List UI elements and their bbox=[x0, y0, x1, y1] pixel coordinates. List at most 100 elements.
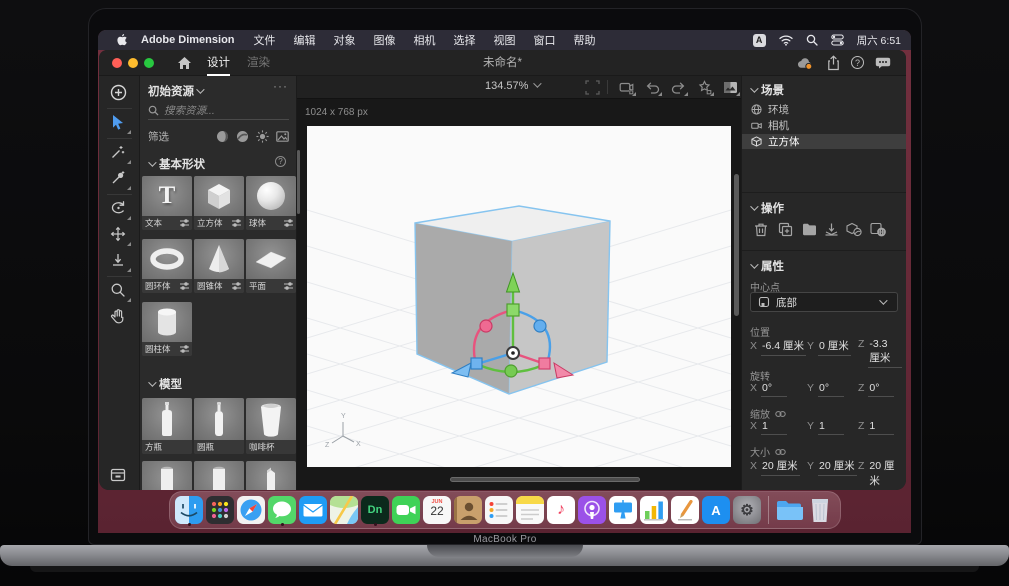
menu-view[interactable]: 视图 bbox=[485, 32, 525, 48]
zoom-level-dropdown[interactable]: 134.57% bbox=[485, 80, 539, 92]
asset-tile-can-2[interactable] bbox=[194, 461, 244, 490]
scene-section-title[interactable]: 场景 bbox=[761, 82, 784, 98]
orbit-tool[interactable] bbox=[110, 200, 129, 219]
filter-images-icon[interactable] bbox=[276, 130, 289, 143]
assets-overflow-menu-icon[interactable]: ··· bbox=[273, 79, 288, 93]
menu-help[interactable]: 帮助 bbox=[565, 32, 605, 48]
asset-tile-torus[interactable]: 圆环体 bbox=[142, 239, 192, 293]
dock-item-safari[interactable] bbox=[237, 493, 266, 527]
asset-tile-cone[interactable]: 圆锥体 bbox=[194, 239, 244, 293]
sampler-tool[interactable] bbox=[110, 170, 129, 189]
dock-item-pages[interactable] bbox=[671, 493, 700, 527]
menu-image[interactable]: 图像 bbox=[365, 32, 405, 48]
menu-edit[interactable]: 编辑 bbox=[285, 32, 325, 48]
asset-tile-square-bottle[interactable]: 方瓶 bbox=[142, 398, 192, 454]
help-icon[interactable]: ? bbox=[851, 56, 864, 69]
drop-to-ground-tool[interactable] bbox=[110, 252, 129, 271]
shape-settings-icon[interactable] bbox=[180, 345, 189, 353]
size-z-field[interactable]: 20 厘米 bbox=[868, 458, 902, 490]
publish-3d-icon[interactable] bbox=[870, 222, 885, 237]
minimize-window-button[interactable] bbox=[128, 58, 138, 68]
size-x-field[interactable]: 20 厘米 bbox=[761, 458, 800, 476]
menubar-app-name[interactable]: Adobe Dimension bbox=[129, 34, 245, 46]
menu-object[interactable]: 对象 bbox=[325, 32, 365, 48]
close-window-button[interactable] bbox=[112, 58, 122, 68]
camera-bookmark-icon[interactable] bbox=[619, 80, 634, 95]
canvas-area[interactable]: 134.57% bbox=[297, 76, 741, 490]
maximize-window-button[interactable] bbox=[144, 58, 154, 68]
position-z-field[interactable]: -3.3 厘米 bbox=[868, 338, 902, 368]
scene-item-cube[interactable]: 立方体 bbox=[742, 134, 906, 149]
left-scrollbar[interactable] bbox=[297, 150, 300, 214]
select-tool[interactable] bbox=[110, 114, 129, 133]
scale-x-field[interactable]: 1 bbox=[761, 420, 787, 435]
menu-window[interactable]: 窗口 bbox=[525, 32, 565, 48]
assets-panel-title[interactable]: 初始资源 bbox=[148, 83, 194, 99]
asset-tile-round-bottle[interactable]: 圆瓶 bbox=[194, 398, 244, 454]
save-camera-bookmark-icon[interactable] bbox=[697, 80, 712, 95]
fit-canvas-icon[interactable] bbox=[585, 80, 600, 95]
tab-render[interactable]: 渲染 bbox=[247, 50, 270, 76]
asset-search[interactable] bbox=[148, 102, 289, 120]
asset-tile-coffee-cup[interactable]: 咖啡杯 bbox=[246, 398, 296, 454]
menu-file[interactable]: 文件 bbox=[245, 32, 285, 48]
position-y-field[interactable]: 0 厘米 bbox=[818, 338, 851, 356]
asset-tile-text[interactable]: T 文本 bbox=[142, 176, 192, 230]
render-preview-icon[interactable] bbox=[723, 80, 738, 95]
home-icon[interactable] bbox=[177, 56, 192, 70]
spotlight-search-icon[interactable] bbox=[806, 34, 818, 46]
group-folder-icon[interactable] bbox=[802, 223, 817, 238]
rotation-y-field[interactable]: 0° bbox=[818, 382, 844, 397]
feedback-icon[interactable] bbox=[875, 57, 891, 69]
asset-tile-plane[interactable]: 平面 bbox=[246, 239, 296, 293]
filter-lights-icon[interactable] bbox=[256, 130, 269, 143]
dock-item-launchpad[interactable] bbox=[206, 493, 235, 527]
asset-search-input[interactable] bbox=[164, 105, 274, 117]
sync-cloud-warning-icon[interactable] bbox=[795, 56, 814, 70]
section-help-icon[interactable]: ? bbox=[275, 156, 286, 167]
size-y-field[interactable]: 20 厘米 bbox=[818, 458, 857, 476]
shape-settings-icon[interactable] bbox=[232, 219, 241, 227]
menu-camera[interactable]: 相机 bbox=[405, 32, 445, 48]
dock-item-appstore[interactable]: A bbox=[702, 493, 731, 527]
dock-item-podcasts[interactable] bbox=[578, 493, 607, 527]
magic-wand-tool[interactable] bbox=[110, 144, 129, 163]
shape-settings-icon[interactable] bbox=[180, 282, 189, 290]
share-icon[interactable] bbox=[827, 55, 840, 71]
rotation-x-field[interactable]: 0° bbox=[761, 382, 787, 397]
vertical-scrollbar[interactable] bbox=[734, 174, 739, 316]
apple-logo-icon[interactable] bbox=[114, 33, 129, 47]
position-x-field[interactable]: -6.4 厘米 bbox=[761, 338, 806, 356]
dock-item-keynote[interactable] bbox=[609, 493, 638, 527]
link-icon[interactable] bbox=[775, 448, 786, 456]
dock-item-trash[interactable] bbox=[806, 493, 835, 527]
properties-section-title[interactable]: 属性 bbox=[761, 258, 784, 274]
dock-item-finder[interactable] bbox=[175, 493, 204, 527]
scene-item-camera[interactable]: 相机 bbox=[742, 118, 906, 133]
apply-material-icon[interactable] bbox=[846, 222, 861, 237]
asset-tile-cube[interactable]: 立方体 bbox=[194, 176, 244, 230]
models-section-title[interactable]: 模型 bbox=[159, 376, 182, 392]
shape-settings-icon[interactable] bbox=[232, 282, 241, 290]
redo-camera-move-icon[interactable] bbox=[671, 80, 686, 95]
dock-item-reminders[interactable] bbox=[485, 493, 514, 527]
drop-to-ground-action-icon[interactable] bbox=[824, 222, 839, 237]
tab-design[interactable]: 设计 bbox=[207, 50, 230, 76]
shape-settings-icon[interactable] bbox=[284, 282, 293, 290]
input-method-icon[interactable]: A bbox=[753, 34, 766, 47]
scale-z-field[interactable]: 1 bbox=[868, 420, 894, 435]
dock-item-maps[interactable] bbox=[330, 493, 359, 527]
dock-item-dimension[interactable]: Dn bbox=[361, 493, 390, 527]
dock-item-music[interactable]: ♪ bbox=[547, 493, 576, 527]
wifi-icon[interactable] bbox=[779, 35, 793, 46]
basic-shapes-section-title[interactable]: 基本形状 bbox=[159, 156, 205, 172]
zoom-tool[interactable] bbox=[110, 282, 129, 301]
horizontal-scrollbar[interactable] bbox=[450, 477, 640, 482]
dock-item-numbers[interactable] bbox=[640, 493, 669, 527]
move-tool[interactable] bbox=[110, 226, 129, 245]
shape-settings-icon[interactable] bbox=[284, 219, 293, 227]
asset-tile-cylinder[interactable]: 圆柱体 bbox=[142, 302, 192, 356]
menubar-clock[interactable]: 周六 6:51 bbox=[857, 33, 901, 48]
artboard[interactable]: Y Z X bbox=[307, 126, 731, 467]
scale-y-field[interactable]: 1 bbox=[818, 420, 844, 435]
